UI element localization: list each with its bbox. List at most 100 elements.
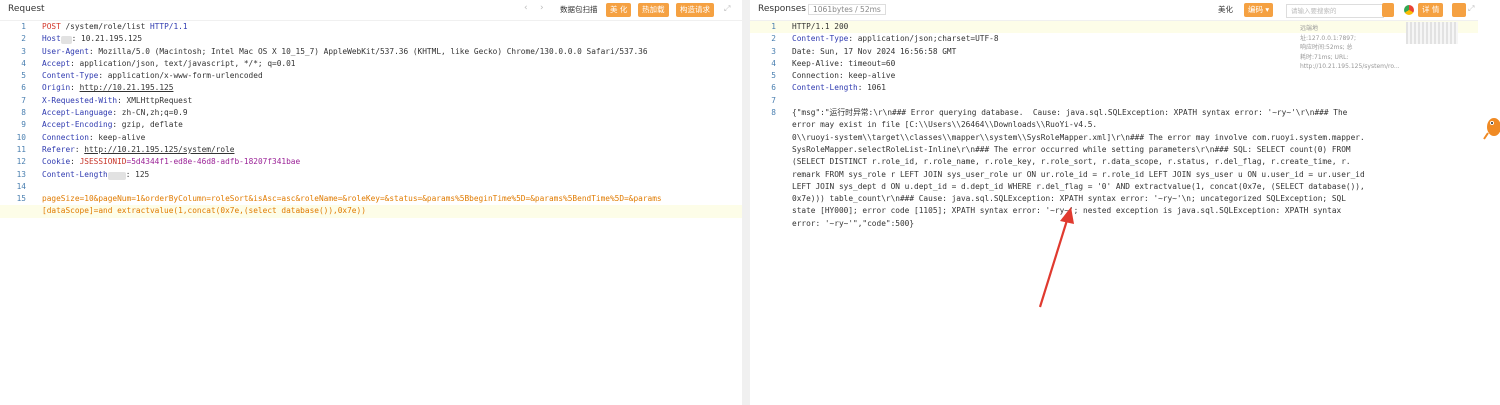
packet-scan-button[interactable]: 数据包扫描	[556, 3, 602, 17]
request-header: Request ‹ › 数据包扫描 美 化 热加载 构造请求 ⤢	[0, 0, 742, 21]
line-number: 15	[16, 194, 26, 204]
line-number: 4	[21, 58, 26, 68]
back-arrow-icon[interactable]: ‹	[524, 3, 528, 13]
header-value: : zh-CN,zh;q=0.9	[112, 108, 188, 118]
header-key: Content-Length	[792, 83, 858, 93]
response-body-wrap: remark FROM sys_role r LEFT JOIN sys_use…	[792, 169, 1365, 179]
request-body-payload: [dataScope]=and extractvalue(1,concat(0x…	[42, 206, 366, 216]
status-line: HTTP/1.1 200	[792, 22, 849, 31]
line-number: 14	[16, 181, 26, 191]
redacted-tag: xxxxx	[107, 171, 126, 180]
response-viewer[interactable]: 1 HTTP/1.1 200 2 Content-Type: application…	[750, 21, 1478, 230]
header-key: Connection	[42, 132, 89, 142]
header-value: : XMLHttpRequest	[117, 95, 193, 105]
line-number: 2	[21, 34, 26, 44]
header-key: Origin	[42, 83, 71, 93]
line-number: 12	[16, 157, 26, 167]
line-number: 1	[21, 22, 26, 31]
forward-arrow-icon[interactable]: ›	[540, 3, 544, 13]
request-body: pageSize=10&pageNum=1&orderByColumn=role…	[42, 194, 662, 204]
response-info-tip: 远端地址:127.0.0.1:7897; 响应时间:52ms; 总耗时:71ms…	[1300, 25, 1400, 70]
cookie-value: =5d4344f1-ed8e-46d8-adfb-18207f341bae	[126, 157, 301, 167]
header-key: Accept-Encoding	[42, 120, 113, 130]
request-protocol: HTTP/1.1	[149, 22, 188, 31]
line-number: 2	[771, 34, 776, 44]
cookie-name: JSESSIONID	[79, 157, 127, 167]
response-body-wrap: SysRoleMapper.selectRoleList-Inline\r\n#…	[792, 144, 1351, 154]
request-title: Request	[8, 4, 45, 14]
encoding-dropdown[interactable]: 编码 ▾	[1244, 3, 1274, 17]
header-key: Content-Type	[792, 34, 849, 44]
response-body: {"msg":"运行时异常:\r\n### Error querying dat…	[792, 108, 1348, 118]
request-method: POST	[42, 22, 61, 31]
header-key: Content-Length	[42, 169, 108, 179]
request-editor[interactable]: 1 POST /system/role/list HTTP/1.1 2 Host xx…	[0, 21, 742, 218]
response-body-wrap: 0x7e))) table_count\r\n### Cause: java.s…	[792, 194, 1346, 204]
header-key: Accept-Language	[42, 108, 113, 118]
header-value: : 1061	[857, 83, 886, 93]
header-line: Connection: keep-alive	[792, 71, 896, 81]
header-key: Content-Type	[42, 71, 99, 81]
header-value: : keep-alive	[88, 132, 146, 142]
response-body-wrap: 0\\ruoyi-system\\target\\classes\\mapper…	[792, 132, 1365, 142]
response-beautify-button[interactable]: 美化	[1214, 3, 1237, 17]
response-header: Responses 1061bytes / 52ms 美化 编码 ▾ 请输入要搜…	[750, 0, 1478, 21]
response-meta: 1061bytes / 52ms	[808, 4, 886, 15]
line-number: 7	[771, 95, 776, 105]
annotation-arrow-icon	[1038, 207, 1074, 308]
hot-load-button[interactable]: 热加载	[638, 3, 669, 17]
chrome-icon[interactable]	[1404, 5, 1414, 15]
mascot-icon[interactable]	[1482, 113, 1500, 141]
line-number: 7	[21, 95, 26, 105]
response-body-wrap: LEFT JOIN sys_dept d ON u.dept_id = d.de…	[792, 181, 1365, 191]
header-key: Host	[42, 34, 61, 44]
header-key: User-Agent	[42, 46, 89, 56]
response-body-wrap: (SELECT DISTINCT r.role_id, r.role_name,…	[792, 157, 1351, 167]
header-value: : 125	[125, 169, 150, 179]
beautify-button[interactable]: 美 化	[606, 3, 632, 17]
header-value: : application/json;charset=UTF-8	[848, 34, 999, 44]
header-key: Accept	[42, 58, 71, 68]
header-key: Referer	[42, 144, 75, 154]
expand-icon[interactable]: ⤢	[724, 4, 730, 14]
origin-link[interactable]: http://10.21.195.125	[80, 83, 174, 92]
request-path: /system/role/list	[60, 22, 150, 31]
line-number: 9	[21, 120, 26, 130]
detail-button[interactable]: 详 情	[1418, 3, 1444, 17]
referer-link[interactable]: http://10.21.195.125/system/role	[84, 145, 234, 154]
response-body-wrap: error: '~ry~'","code":500}	[792, 218, 915, 228]
construct-request-button[interactable]: 构造请求	[676, 3, 714, 17]
line-number: 1	[771, 22, 776, 31]
response-search-input[interactable]: 请输入要搜索的	[1286, 4, 1384, 18]
line-number: 6	[771, 83, 776, 93]
line-number: 4	[771, 58, 776, 68]
header-value: : Mozilla/5.0 (Macintosh; Intel Mac OS X…	[88, 46, 648, 56]
expand-icon[interactable]: ⤢	[1468, 4, 1474, 14]
response-title: Responses	[758, 4, 806, 14]
header-key: X-Requested-With	[42, 95, 118, 105]
pane-divider[interactable]	[742, 0, 750, 405]
header-value: : gzip, deflate	[112, 120, 183, 130]
line-number: 6	[21, 83, 26, 93]
line-number: 8	[771, 108, 776, 118]
encoding-label: 编码	[1248, 5, 1263, 14]
header-value: : application/json, text/javascript, */*…	[70, 58, 296, 68]
line-number: 10	[16, 132, 26, 142]
line-number: 13	[16, 169, 26, 179]
response-body-wrap: error may exist in file [C:\\Users\\2646…	[792, 120, 1098, 130]
line-number: 11	[16, 144, 26, 154]
line-number: 5	[21, 71, 26, 81]
header-value: : application/x-www-form-urlencoded	[98, 71, 263, 81]
header-line: Date: Sun, 17 Nov 2024 16:56:58 GMT	[792, 46, 957, 56]
header-line: Keep-Alive: timeout=60	[792, 58, 896, 68]
line-number: 8	[21, 108, 26, 118]
line-number: 3	[771, 46, 776, 56]
request-pane: Request ‹ › 数据包扫描 美 化 热加载 构造请求 ⤢ 1 POST /…	[0, 0, 742, 405]
search-icon[interactable]	[1382, 3, 1394, 17]
header-key: Cookie	[42, 157, 71, 167]
header-value: : 10.21.195.125	[71, 34, 143, 44]
minimap[interactable]	[1406, 22, 1458, 44]
comment-icon[interactable]	[1452, 3, 1466, 17]
line-number: 3	[21, 46, 26, 56]
response-pane: Responses 1061bytes / 52ms 美化 编码 ▾ 请输入要搜…	[750, 0, 1478, 405]
